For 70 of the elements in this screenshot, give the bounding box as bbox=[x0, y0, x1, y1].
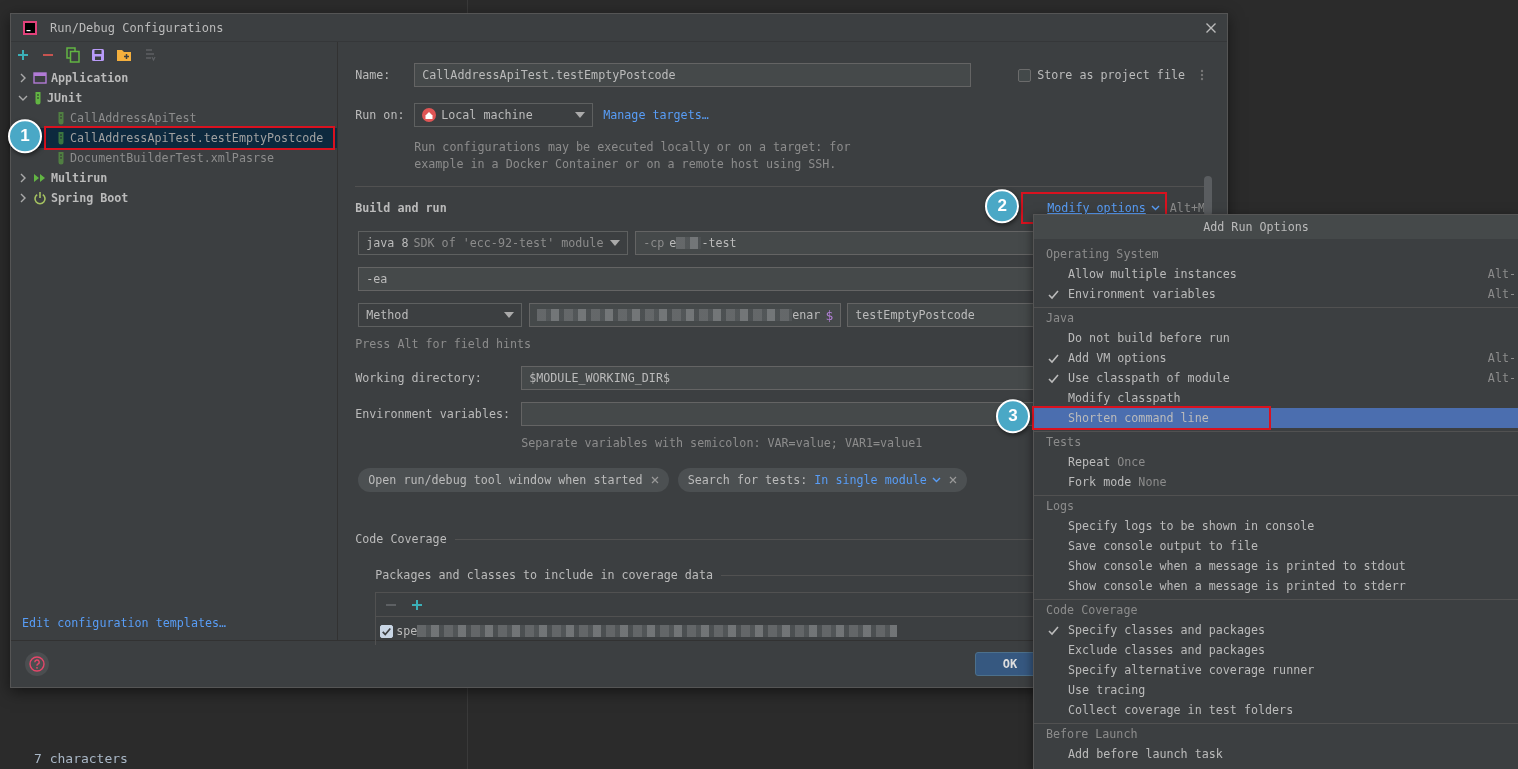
option-chip[interactable]: Search for tests: In single module bbox=[677, 468, 967, 492]
tree-item[interactable]: JUnit bbox=[11, 88, 338, 108]
tree-item-label: Multirun bbox=[51, 171, 108, 185]
group-label: Logs bbox=[1045, 498, 1076, 515]
step-badge: 2 bbox=[985, 189, 1020, 224]
tree-item[interactable]: Spring Boot bbox=[11, 188, 338, 208]
menu-item[interactable]: Show console when a message is printed to stderr bbox=[1034, 576, 1518, 596]
code-line: 7 characters bbox=[34, 750, 128, 768]
menu-item[interactable]: Fork mode None bbox=[1034, 472, 1518, 492]
shortcut-label: Alt- bbox=[1487, 267, 1516, 281]
templates-link[interactable]: Edit configuration templates… bbox=[11, 616, 338, 640]
chip-label: Search for tests: bbox=[687, 473, 808, 487]
section-title: Build and run bbox=[355, 201, 447, 215]
jre-detail: SDK of 'ecc-92-test' module bbox=[413, 236, 605, 250]
group-label: Tests bbox=[1045, 434, 1083, 451]
table-cell: spe bbox=[396, 624, 418, 638]
field-label: Name: bbox=[355, 68, 392, 82]
jre-dropdown[interactable]: java 8 SDK of 'ecc-92-test' module bbox=[358, 231, 629, 255]
shortcut-label: Alt- bbox=[1487, 287, 1516, 301]
menu-item[interactable]: Add before launch task bbox=[1034, 744, 1518, 764]
field-label: Environment variables: bbox=[355, 407, 512, 421]
chip-label: Open run/debug tool window when started bbox=[368, 473, 643, 487]
menu-item[interactable]: Show console when a message is printed to stdout bbox=[1034, 556, 1518, 576]
shortcut-label: Alt- bbox=[1487, 351, 1516, 365]
hint-text: Press Alt for field hints bbox=[355, 337, 532, 351]
menu-item[interactable]: Do not build before run bbox=[1034, 328, 1518, 348]
tree-item-label: Application bbox=[51, 71, 129, 85]
field-value: enar bbox=[792, 308, 821, 322]
tree-item-label: Spring Boot bbox=[51, 191, 129, 205]
tree-item[interactable]: Multirun bbox=[11, 168, 338, 188]
modify-options-link[interactable]: Modify options bbox=[1047, 201, 1160, 215]
menu-item[interactable]: Repeat Once bbox=[1034, 452, 1518, 472]
group-label: Java bbox=[1045, 310, 1076, 327]
description-text: Run configurations may be executed locally or on a target: for example in a Docker Container or on a remote host using SSH. bbox=[414, 139, 852, 173]
manage-targets-link[interactable]: Manage targets… bbox=[603, 108, 709, 122]
target-dropdown[interactable]: Local machine bbox=[414, 103, 594, 127]
section-title: Packages and classes to include in coverage data bbox=[375, 568, 713, 582]
class-field[interactable]: enar $ bbox=[529, 303, 842, 327]
field-value: -test bbox=[701, 236, 737, 250]
dollar-sign[interactable]: $ bbox=[825, 307, 834, 323]
dropdown-value: Local machine bbox=[441, 108, 534, 122]
name-field[interactable]: CallAddressApiTest.testEmptyPostcode bbox=[414, 63, 972, 87]
menu-item[interactable]: Use tracing bbox=[1034, 680, 1518, 700]
test-kind-dropdown[interactable]: Method bbox=[358, 303, 523, 327]
menu-item[interactable]: Specify logs to be shown in console bbox=[1034, 516, 1518, 536]
field-hint: -cp bbox=[643, 236, 665, 250]
menu-item[interactable]: Collect coverage in test folders bbox=[1034, 700, 1518, 720]
menu-item-value: None bbox=[1138, 475, 1167, 489]
step-badge: 1 bbox=[8, 119, 42, 154]
menu-item-value: Once bbox=[1117, 455, 1146, 469]
field-value: e bbox=[669, 236, 677, 250]
hint-text: Separate variables with semicolon: VAR=value; VAR1=value1 bbox=[521, 436, 923, 450]
tree-item-label: JUnit bbox=[47, 91, 83, 105]
jre-value: java 8 bbox=[366, 236, 409, 250]
chip-value-link[interactable]: In single module bbox=[814, 473, 927, 487]
menu-item[interactable]: Specify classes and packages bbox=[1034, 620, 1518, 640]
dropdown-value: Method bbox=[366, 308, 410, 322]
menu-item[interactable]: Save console output to file bbox=[1034, 536, 1518, 556]
popup-title: Add Run Options bbox=[1034, 215, 1518, 239]
field-label: Working directory: bbox=[355, 371, 483, 385]
checkbox-label: Store as project file bbox=[1037, 68, 1185, 82]
tree-item[interactable]: Application bbox=[11, 68, 338, 88]
menu-item[interactable]: Add VM options Alt- bbox=[1034, 348, 1518, 368]
window-title: Run/Debug Configurations bbox=[50, 20, 225, 35]
shortcut-label: Alt- bbox=[1487, 371, 1516, 385]
field-label: Run on: bbox=[355, 108, 406, 122]
section-title: Code Coverage bbox=[355, 532, 447, 546]
group-label: Before Launch bbox=[1045, 726, 1139, 743]
group-label: Code Coverage bbox=[1045, 602, 1139, 619]
option-chip[interactable]: Open run/debug tool window when started bbox=[358, 468, 669, 492]
